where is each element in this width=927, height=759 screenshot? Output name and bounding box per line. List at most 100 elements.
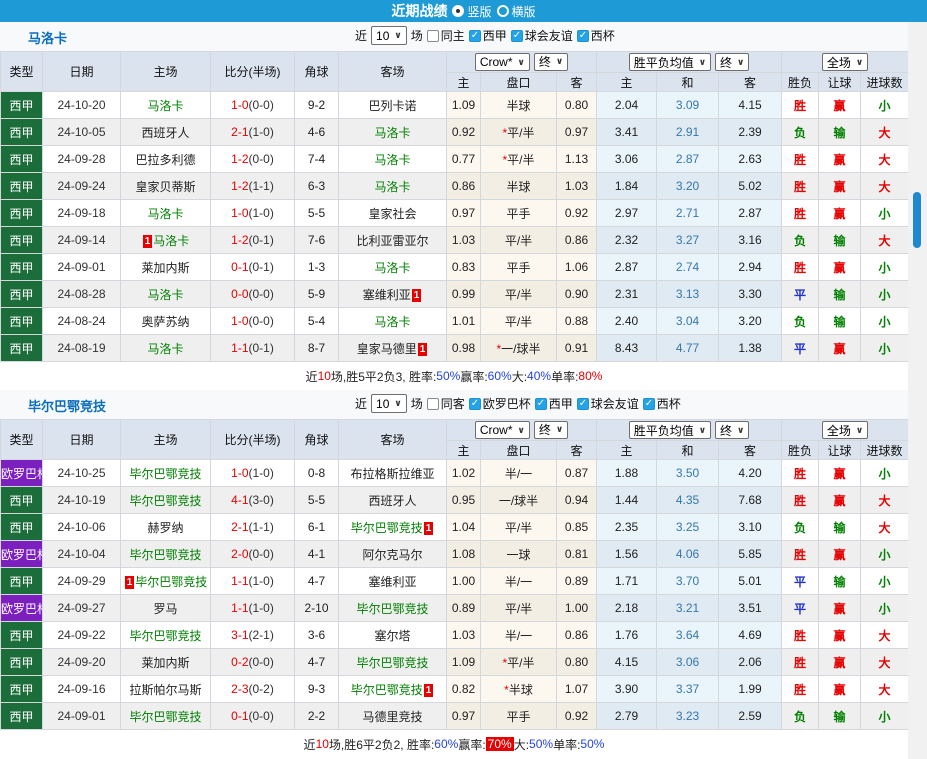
scrollbar-thumb[interactable]	[913, 192, 921, 248]
mean-away-odds: 3.10	[718, 513, 783, 541]
mean-draw-odds: 4.06	[656, 540, 720, 568]
home-team-cell: 马洛卡	[120, 199, 211, 227]
league-filter-0[interactable]: 欧罗巴杯	[468, 395, 531, 412]
league-filter-2[interactable]: 西杯	[576, 27, 615, 44]
away-team-name[interactable]: 巴列卡诺	[368, 99, 416, 113]
away-team-name[interactable]: 毕尔巴鄂竞技	[351, 521, 423, 535]
away-team-name[interactable]: 马德里竞技	[362, 710, 422, 724]
home-team-cell: 毕尔巴鄂竞技	[120, 486, 211, 514]
match-count-select[interactable]: 10 ∨	[371, 26, 407, 45]
match-date: 24-10-06	[42, 513, 121, 541]
home-team-name[interactable]: 西班牙人	[141, 126, 189, 140]
home-team-name[interactable]: 拉斯帕尔马斯	[129, 683, 201, 697]
league-filter-1[interactable]: 西甲	[534, 395, 573, 412]
home-team-name[interactable]: 莱加内斯	[141, 656, 189, 670]
away-team-name[interactable]: 马洛卡	[374, 315, 410, 329]
home-team-name[interactable]: 马洛卡	[147, 288, 183, 302]
result-goals: 大	[860, 145, 910, 173]
fulltime-score: 2-1	[231, 520, 249, 534]
handicap-value: 平手	[506, 260, 531, 275]
summary-segment: 近	[305, 369, 318, 384]
away-team-name[interactable]: 皇家社会	[368, 207, 416, 221]
header-select[interactable]: 终 ∨	[533, 420, 569, 439]
sub-column-header: 盘口	[480, 440, 557, 460]
home-team-name[interactable]: 毕尔巴鄂竞技	[135, 575, 207, 589]
away-team-name[interactable]: 马洛卡	[374, 261, 410, 275]
header-select[interactable]: 胜平负均值 ∨	[628, 421, 712, 439]
home-team-name[interactable]: 巴拉多利德	[135, 153, 195, 167]
home-team-name[interactable]: 罗马	[153, 602, 177, 616]
away-team-name[interactable]: 马洛卡	[374, 153, 410, 167]
summary-row: 近 10 场,胜6平2负2, 胜率: 60% 赢率: 70% 大: 50% 单率: 50%	[0, 730, 908, 758]
header-select[interactable]: 终 ∨	[715, 421, 750, 439]
away-team-name[interactable]: 塞维利亚	[368, 575, 416, 589]
home-team-name[interactable]: 毕尔巴鄂竞技	[129, 710, 201, 724]
away-team-name[interactable]: 皇家马德里	[357, 342, 417, 356]
home-team-name[interactable]: 毕尔巴鄂竞技	[129, 467, 201, 481]
league-filter-0[interactable]: 西甲	[468, 27, 507, 44]
away-team-name[interactable]: 毕尔巴鄂竞技	[356, 656, 428, 670]
mean-home-odds: 2.79	[596, 702, 658, 730]
handicap-line: *平/半	[480, 145, 557, 173]
away-team-name[interactable]: 马洛卡	[374, 180, 410, 194]
result-wdl: 平	[781, 594, 820, 622]
mean-draw-odds: 3.37	[656, 675, 720, 703]
home-team-name[interactable]: 莱加内斯	[141, 261, 189, 275]
result-wdl: 胜	[781, 486, 820, 514]
match-count-select[interactable]: 10 ∨	[371, 394, 407, 413]
match-date: 24-09-22	[42, 621, 121, 649]
away-team-name[interactable]: 毕尔巴鄂竞技	[351, 683, 423, 697]
summary-segment: 80%	[578, 369, 603, 383]
header-select[interactable]: 全场 ∨	[821, 421, 869, 439]
home-team-name[interactable]: 毕尔巴鄂竞技	[129, 629, 201, 643]
score-cell: 0-2(0-0)	[210, 648, 295, 676]
home-team-name[interactable]: 皇家贝蒂斯	[135, 180, 195, 194]
home-team-name[interactable]: 毕尔巴鄂竞技	[129, 548, 201, 562]
mean-home-odds: 4.15	[596, 648, 658, 676]
home-team-name[interactable]: 赫罗纳	[147, 521, 183, 535]
summary-segment: 60%	[434, 737, 459, 751]
handicap-line: 平/半	[480, 594, 557, 622]
away-team-name[interactable]: 塞维利亚	[363, 288, 411, 302]
same-venue-filter[interactable]: 同客	[426, 395, 465, 412]
table-row: 西甲 24-10-19 毕尔巴鄂竞技 4-1(3-0) 5-5 西班牙人 0.95 一/球半 0…	[0, 486, 910, 514]
header-select[interactable]: 终 ∨	[715, 53, 750, 71]
sub-column-header: 客	[718, 440, 783, 460]
same-venue-filter[interactable]: 同主	[426, 27, 465, 44]
away-team-name[interactable]: 毕尔巴鄂竞技	[356, 602, 428, 616]
score-cell: 1-0(1-0)	[210, 459, 295, 487]
away-team-name[interactable]: 布拉格斯拉维亚	[350, 467, 434, 481]
header-select[interactable]: Crow* ∨	[474, 421, 530, 440]
away-team-name[interactable]: 马洛卡	[374, 126, 410, 140]
mean-draw-odds: 3.70	[656, 567, 720, 595]
home-team-name[interactable]: 马洛卡	[153, 234, 189, 248]
team-name-title[interactable]: 马洛卡	[28, 28, 67, 47]
result-wdl: 负	[781, 702, 820, 730]
away-team-name[interactable]: 比利亚雷亚尔	[356, 234, 428, 248]
result-handicap: 赢	[818, 648, 862, 676]
home-team-name[interactable]: 马洛卡	[147, 342, 183, 356]
layout-option-horizontal[interactable]: 横版	[496, 3, 536, 20]
league-filter-3[interactable]: 西杯	[642, 395, 681, 412]
away-team-name[interactable]: 阿尔克马尔	[362, 548, 422, 562]
scrollbar-track[interactable]	[908, 22, 927, 759]
team-name-title[interactable]: 毕尔巴鄂竞技	[28, 396, 106, 415]
away-team-name[interactable]: 塞尔塔	[374, 629, 410, 643]
header-select[interactable]: Crow* ∨	[474, 53, 530, 72]
header-select[interactable]: 全场 ∨	[821, 53, 869, 71]
mean-home-odds: 2.04	[596, 91, 658, 119]
mean-draw-odds: 3.13	[656, 280, 720, 308]
handicap-home-odds: 1.00	[446, 567, 481, 595]
header-select[interactable]: 胜平负均值 ∨	[628, 53, 712, 71]
home-team-name[interactable]: 奥萨苏纳	[141, 315, 189, 329]
home-team-name[interactable]: 马洛卡	[147, 99, 183, 113]
away-team-name[interactable]: 西班牙人	[368, 494, 416, 508]
league-filter-2[interactable]: 球会友谊	[576, 395, 639, 412]
home-team-name[interactable]: 毕尔巴鄂竞技	[129, 494, 201, 508]
layout-option-vertical[interactable]: 竖版	[452, 3, 492, 20]
league-type-cell: 西甲	[0, 172, 43, 200]
home-team-name[interactable]: 马洛卡	[147, 207, 183, 221]
header-select[interactable]: 终 ∨	[533, 52, 569, 71]
league-filter-1[interactable]: 球会友谊	[510, 27, 573, 44]
table-row: 西甲 24-09-20 莱加内斯 0-2(0-0) 4-7 毕尔巴鄂竞技 1.09 *平/半 0…	[0, 648, 910, 676]
